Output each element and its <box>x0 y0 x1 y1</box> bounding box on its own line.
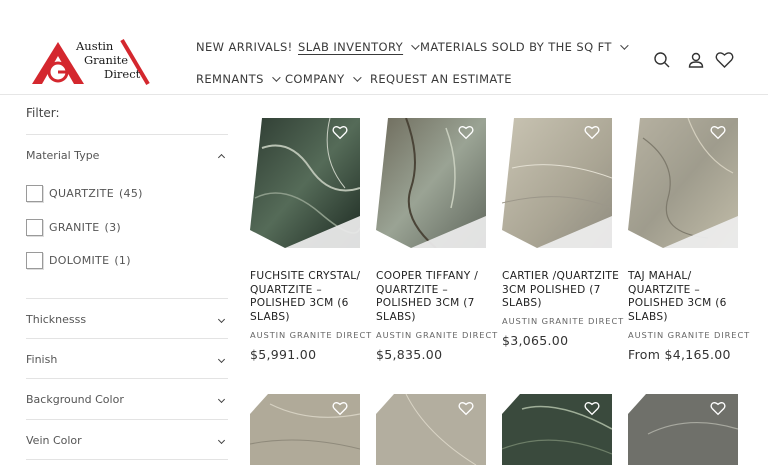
checkbox[interactable] <box>26 219 43 236</box>
product-title[interactable]: CARTIER /QUARTZITE 3CM POLISHED (7 SLABS… <box>502 270 620 311</box>
logo-text-austin: Austin <box>76 39 114 53</box>
filter-option-dolomite[interactable]: DOLOMITE (1) <box>26 252 131 269</box>
facet-vein-color[interactable]: Vein Color <box>26 430 228 450</box>
product-price: $5,991.00 <box>250 347 317 362</box>
option-label: GRANITE <box>49 221 100 234</box>
nav-remnants[interactable]: REMNANTS <box>196 72 281 86</box>
nav-label: COMPANY <box>285 72 345 86</box>
option-count: (1) <box>114 254 131 267</box>
nav-new-arrivals[interactable]: NEW ARRIVALS! <box>196 40 293 54</box>
divider <box>26 419 228 420</box>
product-price: From $4,165.00 <box>628 347 731 362</box>
option-label: DOLOMITE <box>49 254 110 267</box>
chevron-down-icon <box>352 73 362 82</box>
facet-label: Finish <box>26 352 58 366</box>
search-icon[interactable] <box>652 50 672 70</box>
divider <box>26 378 228 379</box>
product-vendor: AUSTIN GRANITE DIRECT <box>250 330 373 340</box>
logo-text-direct: Direct <box>104 67 141 81</box>
nav-label: SLAB INVENTORY <box>298 40 404 54</box>
chevron-up-icon <box>217 153 226 161</box>
wishlist-heart-icon[interactable] <box>584 401 600 417</box>
chevron-down-icon <box>271 73 281 82</box>
nav-request-estimate[interactable]: REQUEST AN ESTIMATE <box>370 72 512 86</box>
product-vendor: AUSTIN GRANITE DIRECT <box>628 330 751 340</box>
product-price: $5,835.00 <box>376 347 443 362</box>
option-count: (45) <box>118 187 143 200</box>
chevron-down-icon <box>620 41 629 50</box>
facet-material-type[interactable]: Material Type <box>26 145 228 165</box>
account-icon[interactable] <box>686 50 706 70</box>
chevron-down-icon <box>217 436 226 444</box>
filter-option-quartzite[interactable]: QUARTZITE (45) <box>26 185 143 202</box>
filter-option-granite[interactable]: GRANITE (3) <box>26 219 121 236</box>
product-title[interactable]: COOPER TIFFANY / QUARTZITE – POLISHED 3C… <box>376 270 494 324</box>
nav-label: REQUEST AN ESTIMATE <box>370 72 512 86</box>
nav-slab-inventory[interactable]: SLAB INVENTORY <box>298 40 420 54</box>
product-price: $3,065.00 <box>502 333 569 348</box>
nav-label: MATERIALS SOLD BY THE SQ FT <box>420 40 612 54</box>
facet-label: Thicknesss <box>26 312 87 326</box>
wishlist-heart-icon[interactable] <box>710 125 726 141</box>
divider <box>26 338 228 339</box>
wishlist-heart-icon[interactable] <box>332 125 348 141</box>
option-count: (3) <box>104 221 121 234</box>
divider <box>26 298 228 299</box>
nav-materials-sq-ft[interactable]: MATERIALS SOLD BY THE SQ FT <box>420 40 629 54</box>
divider <box>26 459 228 460</box>
filter-heading: Filter: <box>26 106 60 120</box>
product-vendor: AUSTIN GRANITE DIRECT <box>376 330 499 340</box>
divider <box>26 134 228 135</box>
nav-label: NEW ARRIVALS! <box>196 40 293 54</box>
facet-label: Vein Color <box>26 433 82 447</box>
facet-label: Background Color <box>26 392 124 406</box>
facet-label: Material Type <box>26 148 100 162</box>
chevron-down-icon <box>217 355 226 363</box>
nav-company[interactable]: COMPANY <box>285 72 362 86</box>
wishlist-heart-icon[interactable] <box>584 125 600 141</box>
nav-label: REMNANTS <box>196 72 264 86</box>
wishlist-heart-icon[interactable] <box>710 401 726 417</box>
chevron-down-icon <box>411 41 420 50</box>
site-header: Austin Granite Direct NEW ARRIVALS! SLAB… <box>0 0 768 95</box>
product-title[interactable]: TAJ MAHAL/ QUARTZITE – POLISHED 3CM (6 S… <box>628 270 746 324</box>
wishlist-heart-icon[interactable] <box>714 50 734 70</box>
wishlist-heart-icon[interactable] <box>458 401 474 417</box>
product-vendor: AUSTIN GRANITE DIRECT <box>502 316 625 326</box>
chevron-down-icon <box>217 315 226 323</box>
option-label: QUARTZITE <box>49 187 114 200</box>
facet-thickness[interactable]: Thicknesss <box>26 309 228 329</box>
facet-background-color[interactable]: Background Color <box>26 389 228 409</box>
chevron-down-icon <box>217 395 226 403</box>
product-title[interactable]: FUCHSITE CRYSTAL/ QUARTZITE – POLISHED 3… <box>250 270 368 324</box>
logo-text-granite: Granite <box>84 53 129 67</box>
checkbox[interactable] <box>26 185 43 202</box>
wishlist-heart-icon[interactable] <box>332 401 348 417</box>
wishlist-heart-icon[interactable] <box>458 125 474 141</box>
checkbox[interactable] <box>26 252 43 269</box>
facet-finish[interactable]: Finish <box>26 349 228 369</box>
site-logo[interactable]: Austin Granite Direct <box>30 36 150 86</box>
